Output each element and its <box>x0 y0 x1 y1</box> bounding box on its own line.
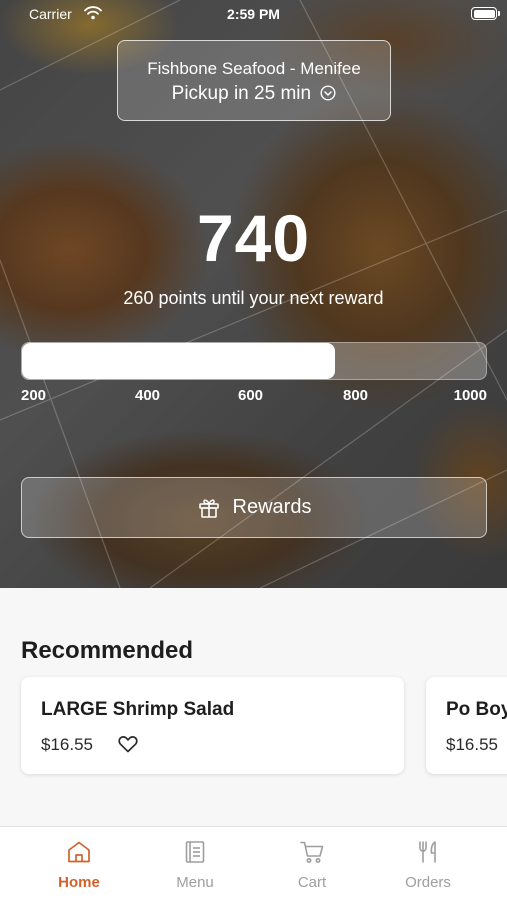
progress-tick-labels: 200 400 600 800 1000 <box>21 387 487 405</box>
menu-book-icon <box>185 841 205 863</box>
item-price: $16.55 <box>446 735 498 754</box>
tab-label: Menu <box>176 874 214 891</box>
progress-tick-label: 200 <box>21 387 47 404</box>
tab-menu[interactable]: Menu <box>132 827 258 900</box>
item-name: Po Boy <box>446 699 507 720</box>
store-name: Fishbone Seafood - Menifee <box>147 59 361 78</box>
progress-tick-label: 400 <box>135 387 161 404</box>
pickup-text: Pickup in 25 min <box>171 83 312 104</box>
battery-icon <box>471 7 500 20</box>
tab-label: Cart <box>297 874 327 891</box>
item-name: LARGE Shrimp Salad <box>41 699 235 720</box>
progress-tick-label: 1000 <box>453 387 487 404</box>
gift-icon <box>198 498 219 518</box>
home-icon <box>68 841 90 863</box>
recommended-heading: Recommended <box>21 637 194 664</box>
tab-label: Orders <box>405 874 451 891</box>
status-bar: Carrier 2:59 PM <box>0 0 507 28</box>
rewards-progress-bar <box>21 342 487 380</box>
store-selector-button[interactable]: Fishbone Seafood - Menifee Pickup in 25 … <box>117 40 391 121</box>
tab-label: Home <box>58 874 100 891</box>
recommended-item-card[interactable]: Po Boy $16.55 <box>426 677 507 774</box>
rewards-button[interactable]: Rewards <box>21 477 487 538</box>
points-balance: 740 <box>196 201 311 275</box>
item-price: $16.55 <box>41 735 93 754</box>
pickup-time: Pickup in 25 min <box>118 83 390 105</box>
hero-banner: Carrier 2:59 PM Fishbone Seafood - Menif… <box>0 0 507 588</box>
clock: 2:59 PM <box>227 6 280 22</box>
recommended-item-card[interactable]: LARGE Shrimp Salad $16.55 <box>21 677 404 774</box>
points-caption: 260 points until your next reward <box>123 288 384 308</box>
tab-home[interactable]: Home <box>16 827 142 900</box>
chevron-down-circle-icon <box>320 85 336 101</box>
utensils-icon <box>419 841 436 863</box>
rewards-button-label: Rewards <box>232 496 312 518</box>
tab-cart[interactable]: Cart <box>249 827 375 900</box>
heart-icon[interactable] <box>118 735 138 753</box>
bottom-tab-bar: Home Menu Cart Orders <box>0 826 507 900</box>
progress-tick-label: 800 <box>343 387 369 404</box>
cart-icon <box>300 841 324 863</box>
rewards-progress-fill <box>22 343 336 379</box>
tab-orders[interactable]: Orders <box>365 827 491 900</box>
progress-tick-label: 600 <box>238 387 264 404</box>
